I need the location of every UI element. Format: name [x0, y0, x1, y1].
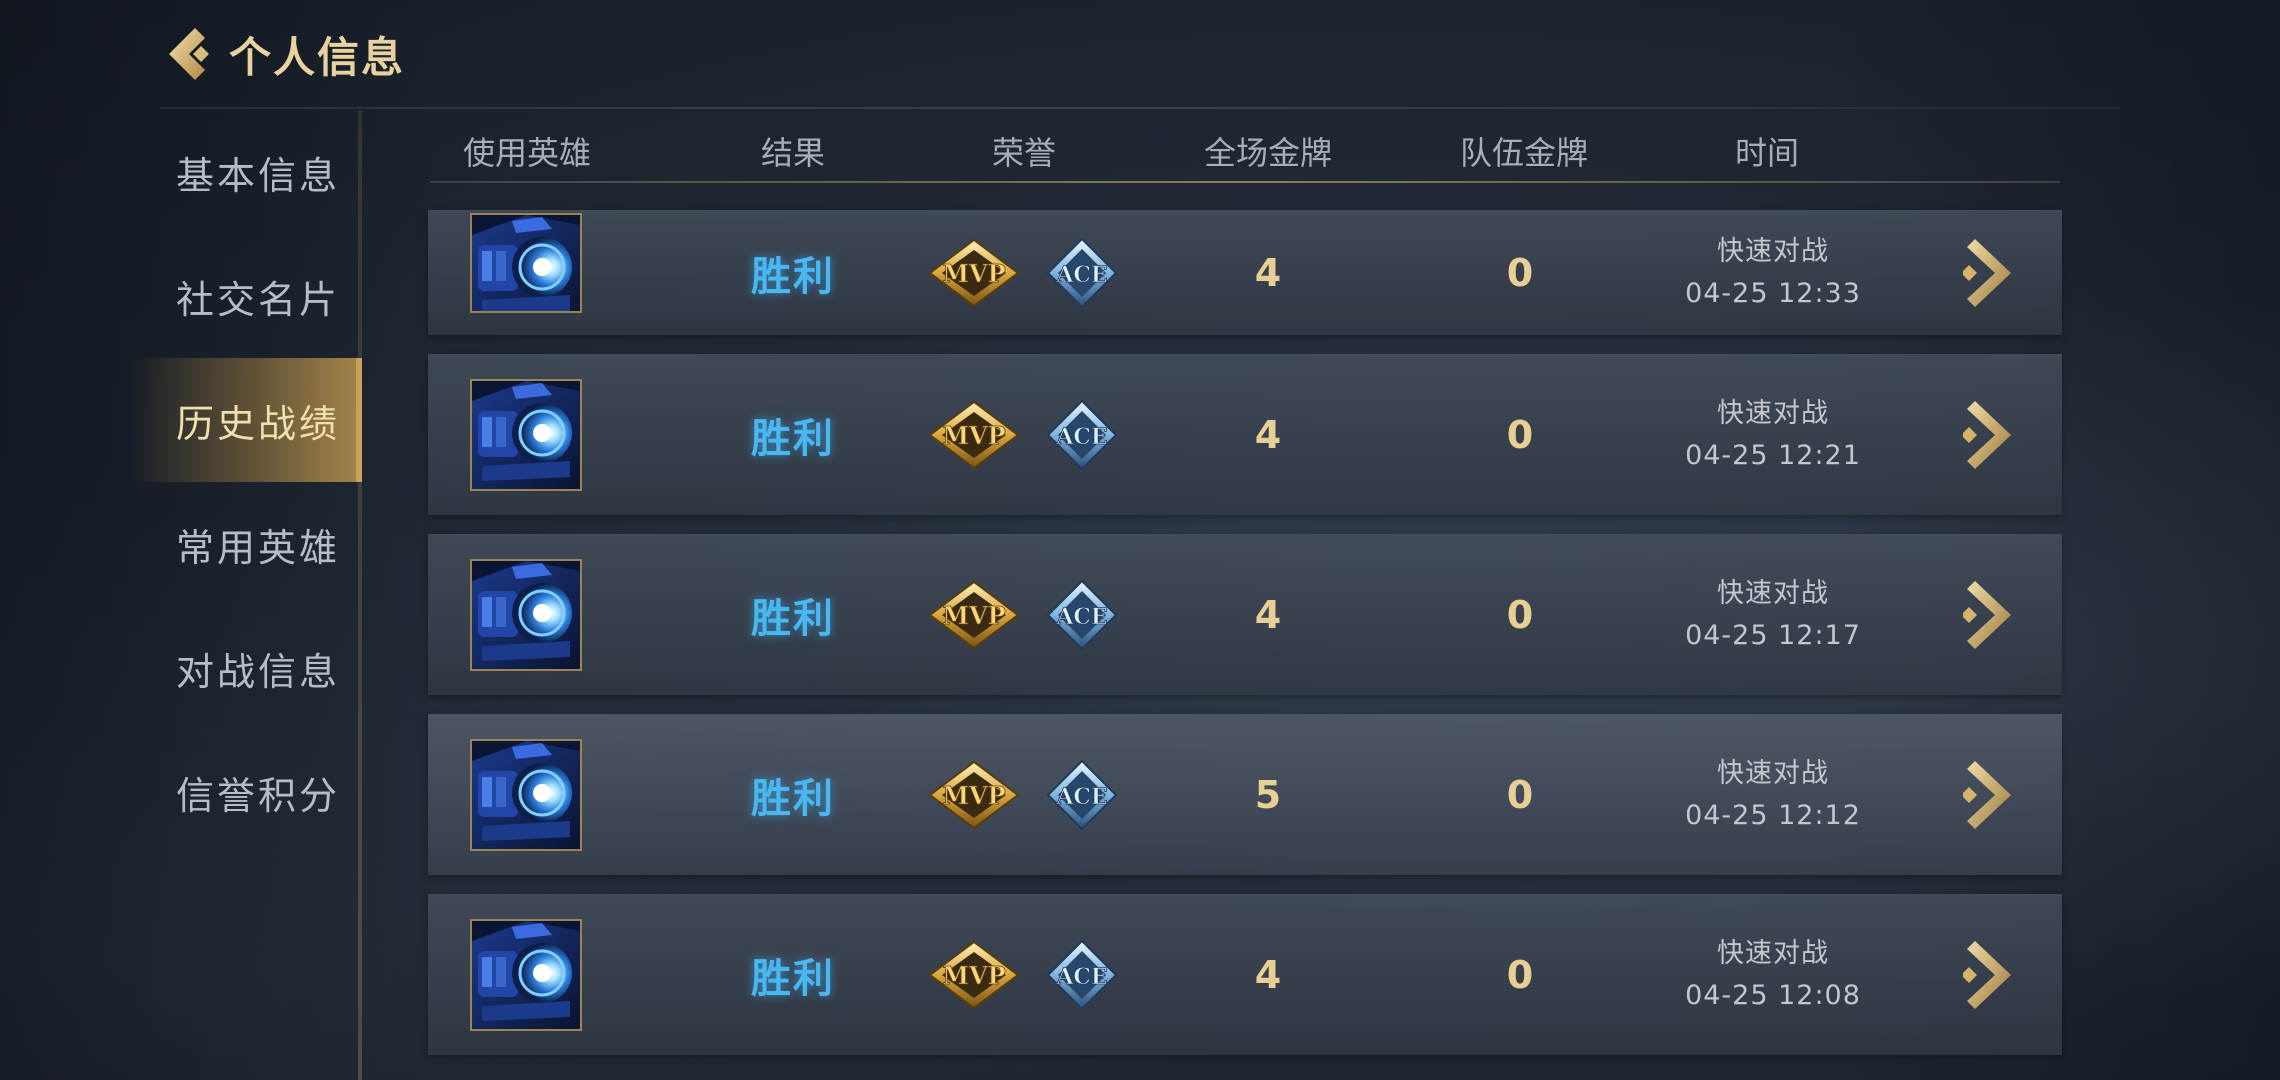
- mvp-text: MVP: [942, 421, 1005, 450]
- team-gold-count: 0: [1506, 773, 1534, 817]
- ace-badge-icon: ACE: [1046, 759, 1118, 831]
- match-row[interactable]: 胜利 MVP ACE 4 0 快速对战 04-25 12:: [428, 354, 2062, 515]
- match-row[interactable]: 胜利 MVP ACE 4 0 快速对战 04-25 12:: [428, 210, 2062, 335]
- blue-mech-hero-icon: [472, 561, 580, 669]
- team-gold-count: 0: [1506, 413, 1534, 457]
- match-gold-count: 4: [1254, 413, 1282, 457]
- ace-text: ACE: [1055, 262, 1107, 288]
- hero-avatar: [470, 379, 582, 491]
- mvp-badge-icon: MVP: [928, 580, 1020, 650]
- mvp-text: MVP: [942, 259, 1005, 288]
- match-timestamp: 04-25 12:17: [1685, 620, 1861, 651]
- hero-avatar: [470, 739, 582, 851]
- result-label: 胜利: [751, 416, 835, 462]
- column-header-hero: 使用英雄: [462, 134, 592, 172]
- chevron-right-icon[interactable]: [1963, 939, 2013, 1011]
- hero-avatar: [470, 559, 582, 671]
- result-label: 胜利: [751, 956, 835, 1002]
- chevron-right-icon[interactable]: [1963, 399, 2013, 471]
- match-row[interactable]: 胜利 MVP ACE 4 0 快速对战 04-25 12:: [428, 894, 2062, 1055]
- match-timestamp: 04-25 12:08: [1685, 980, 1861, 1011]
- team-gold-count: 0: [1506, 251, 1534, 295]
- mvp-badge-icon: MVP: [928, 400, 1020, 470]
- mvp-text: MVP: [942, 781, 1005, 810]
- match-gold-count: 4: [1254, 251, 1282, 295]
- match-time: 快速对战 04-25 12:08: [1685, 933, 1861, 1017]
- ace-badge-icon: ACE: [1046, 579, 1118, 651]
- sidebar: 基本信息 社交名片 历史战绩 常用英雄 对战信息 信誉积分: [130, 110, 362, 854]
- ace-text: ACE: [1055, 784, 1107, 810]
- column-header-team-gold: 队伍金牌: [1459, 134, 1589, 172]
- match-time: 快速对战 04-25 12:33: [1685, 231, 1861, 315]
- blue-mech-hero-icon: [472, 215, 580, 311]
- column-header-result: 结果: [760, 134, 826, 172]
- mvp-text: MVP: [942, 961, 1005, 990]
- column-header-match-gold: 全场金牌: [1203, 134, 1333, 172]
- match-gold-count: 5: [1254, 773, 1282, 817]
- match-row[interactable]: 胜利 MVP ACE 5 0 快速对战 04-25 12:12: [428, 714, 2062, 875]
- match-timestamp: 04-25 12:33: [1685, 278, 1861, 309]
- mvp-badge-icon: MVP: [928, 238, 1020, 308]
- sidebar-item-favorite-heroes[interactable]: 常用英雄: [130, 482, 362, 606]
- active-tab-indicator: [356, 358, 362, 482]
- match-gold-count: 4: [1254, 953, 1282, 997]
- chevron-right-icon[interactable]: [1963, 579, 2013, 651]
- hero-avatar: [470, 213, 582, 313]
- ace-text: ACE: [1055, 424, 1107, 450]
- sidebar-divider: [358, 110, 362, 1080]
- match-time: 快速对战 04-25 12:17: [1685, 573, 1861, 657]
- back-button[interactable]: 个人信息: [165, 24, 405, 85]
- blue-mech-hero-icon: [472, 381, 580, 489]
- sidebar-item-social-card[interactable]: 社交名片: [130, 234, 362, 358]
- page-header: 个人信息: [165, 24, 405, 84]
- game-mode: 快速对战: [1716, 236, 1829, 267]
- game-mode: 快速对战: [1716, 578, 1829, 609]
- blue-mech-hero-icon: [472, 741, 580, 849]
- result-label: 胜利: [751, 776, 835, 822]
- table-header: 使用英雄 结果 荣誉 全场金牌 队伍金牌 时间: [430, 120, 2060, 182]
- match-row[interactable]: 胜利 MVP ACE 4 0 快速对战 04-25 12:: [428, 534, 2062, 695]
- result-label: 胜利: [751, 254, 835, 300]
- match-time: 快速对战 04-25 12:12: [1685, 753, 1861, 837]
- game-mode: 快速对战: [1716, 938, 1829, 969]
- sidebar-item-basic-info[interactable]: 基本信息: [130, 110, 362, 234]
- sidebar-item-battle-info[interactable]: 对战信息: [130, 606, 362, 730]
- team-gold-count: 0: [1506, 593, 1534, 637]
- ace-badge-icon: ACE: [1046, 399, 1118, 471]
- ace-badge-icon: ACE: [1046, 237, 1118, 309]
- team-gold-count: 0: [1506, 953, 1534, 997]
- sidebar-item-credit-score[interactable]: 信誉积分: [130, 730, 362, 854]
- match-gold-count: 4: [1254, 593, 1282, 637]
- page-title: 个人信息: [229, 32, 406, 82]
- blue-mech-hero-icon: [472, 921, 580, 1029]
- mvp-badge-icon: MVP: [928, 940, 1020, 1010]
- ace-text: ACE: [1055, 604, 1107, 630]
- ace-badge-icon: ACE: [1046, 939, 1118, 1011]
- chevron-right-icon[interactable]: [1963, 759, 2013, 831]
- header-divider: [160, 107, 2120, 109]
- hero-avatar: [470, 919, 582, 1031]
- ace-text: ACE: [1055, 964, 1107, 990]
- mvp-text: MVP: [942, 601, 1005, 630]
- mvp-badge-icon: MVP: [928, 760, 1020, 830]
- game-mode: 快速对战: [1716, 758, 1829, 789]
- column-header-honor: 荣誉: [991, 134, 1057, 172]
- match-time: 快速对战 04-25 12:21: [1685, 393, 1861, 477]
- match-timestamp: 04-25 12:12: [1685, 800, 1861, 831]
- column-header-time: 时间: [1734, 134, 1800, 172]
- game-mode: 快速对战: [1716, 398, 1829, 429]
- gold-chevron-left-icon[interactable]: [165, 24, 221, 84]
- chevron-right-icon[interactable]: [1963, 237, 2013, 309]
- result-label: 胜利: [751, 596, 835, 642]
- sidebar-item-match-history[interactable]: 历史战绩: [130, 358, 362, 482]
- match-history-list: 胜利 MVP ACE 4 0 快速对战 04-25 12:33 胜利 MVP A…: [428, 210, 2062, 1074]
- match-timestamp: 04-25 12:21: [1685, 440, 1861, 471]
- table-header-divider: [430, 181, 2060, 183]
